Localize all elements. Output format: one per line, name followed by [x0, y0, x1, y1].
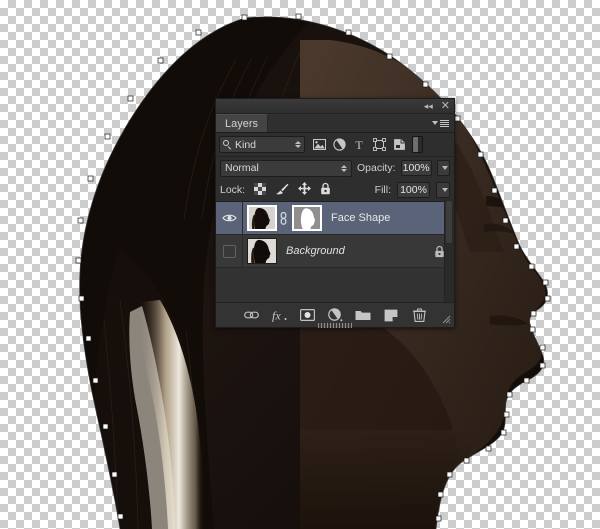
filter-kind-dropdown[interactable]: Kind	[219, 136, 305, 153]
fill-label: Fill:	[374, 184, 391, 196]
blend-mode-value: Normal	[225, 162, 259, 174]
fill-value[interactable]: 100%	[397, 182, 430, 198]
tabstrip-filler	[268, 114, 454, 132]
layers-panel[interactable]: ◂◂ ✕ Layers Kind T Normal Opacity: 100% …	[215, 98, 455, 328]
filter-smart-object-icon[interactable]	[389, 135, 409, 154]
filter-type-icons: T	[309, 135, 409, 154]
opacity-label: Opacity:	[357, 162, 396, 174]
collapse-panel-button[interactable]: ◂◂	[424, 101, 433, 111]
layer-name-face-shape[interactable]: Face Shape	[331, 212, 390, 224]
opacity-dropdown-button[interactable]	[436, 160, 450, 176]
chevron-updown-icon	[341, 164, 347, 172]
lock-transparent-pixels-icon[interactable]	[254, 182, 267, 198]
panel-menu-triangle-icon	[432, 121, 438, 125]
layer-thumbnail-face-shape[interactable]	[247, 205, 277, 231]
svg-text:fx: fx	[272, 309, 281, 323]
lock-position-icon[interactable]	[298, 182, 312, 198]
fill-dropdown-button[interactable]	[436, 182, 450, 198]
new-adjustment-layer-button[interactable]	[327, 307, 344, 324]
layer-style-fx-button[interactable]: fx	[271, 307, 288, 324]
layer-row-background[interactable]: Background	[216, 235, 454, 268]
head-silhouette-thumbnail	[249, 207, 275, 229]
layer-list[interactable]: Face Shape Background	[216, 202, 454, 304]
svg-text:T: T	[355, 139, 363, 151]
panel-tabstrip: Layers	[216, 114, 454, 133]
link-layers-button[interactable]	[243, 307, 260, 324]
face-shape-mask-thumbnail	[294, 207, 320, 229]
delete-layer-button[interactable]	[411, 307, 428, 324]
layer-list-empty-area	[216, 268, 454, 304]
lock-all-icon[interactable]	[320, 182, 331, 198]
layer-list-scrollbar[interactable]	[444, 199, 454, 303]
tab-layers[interactable]: Layers	[216, 114, 269, 132]
layer-row-face-shape[interactable]: Face Shape	[216, 202, 454, 235]
chevron-down-icon	[441, 166, 448, 170]
layer-mask-link-icon[interactable]	[277, 211, 289, 225]
filter-pixel-layers-icon[interactable]	[309, 135, 329, 154]
opacity-value[interactable]: 100%	[400, 160, 432, 176]
layer-name-background[interactable]: Background	[286, 245, 345, 257]
lock-row: Lock: Fill: 100%	[216, 179, 454, 202]
new-group-button[interactable]	[355, 307, 372, 324]
add-layer-mask-button[interactable]	[299, 307, 316, 324]
filter-adjustment-layers-icon[interactable]	[329, 135, 349, 154]
panel-menu-icon[interactable]	[432, 119, 449, 127]
layer-visibility-toggle-background[interactable]	[216, 235, 243, 267]
blend-mode-dropdown[interactable]: Normal	[220, 159, 352, 177]
panel-menu-lines-icon	[440, 119, 449, 127]
filter-enable-toggle[interactable]	[412, 136, 423, 153]
new-layer-button[interactable]	[383, 307, 400, 324]
magnifier-icon	[223, 140, 232, 150]
panel-resize-grip[interactable]	[442, 315, 451, 324]
blend-mode-row: Normal Opacity: 100%	[216, 157, 454, 179]
filter-kind-label: Kind	[235, 138, 257, 151]
tab-layers-label: Layers	[225, 117, 259, 130]
filter-type-layers-icon[interactable]: T	[349, 135, 369, 154]
scrollbar-thumb[interactable]	[446, 201, 452, 243]
layer-mask-thumbnail-face-shape[interactable]	[292, 205, 322, 231]
head-silhouette-thumbnail	[248, 239, 276, 263]
layer-thumbnail-background[interactable]	[247, 238, 277, 264]
screenshot-root: ◂◂ ✕ Layers Kind T Normal Opacity: 100% …	[0, 0, 600, 529]
chevron-down-icon	[441, 188, 448, 192]
lock-image-pixels-icon[interactable]	[275, 183, 289, 198]
chevron-updown-icon	[295, 141, 301, 148]
eye-off-icon	[222, 244, 236, 258]
filter-shape-layers-icon[interactable]	[369, 135, 389, 154]
lock-label: Lock:	[220, 184, 246, 196]
panel-titlebar: ◂◂ ✕	[216, 99, 454, 114]
layer-visibility-toggle-face-shape[interactable]	[216, 202, 243, 234]
lock-buttons	[254, 182, 331, 198]
layers-bottom-toolbar: fx	[216, 302, 454, 328]
close-panel-button[interactable]: ✕	[441, 100, 450, 111]
eye-icon	[221, 214, 237, 222]
layer-filter-row: Kind T	[216, 133, 454, 157]
horizontal-scroll-grip[interactable]	[318, 323, 352, 328]
